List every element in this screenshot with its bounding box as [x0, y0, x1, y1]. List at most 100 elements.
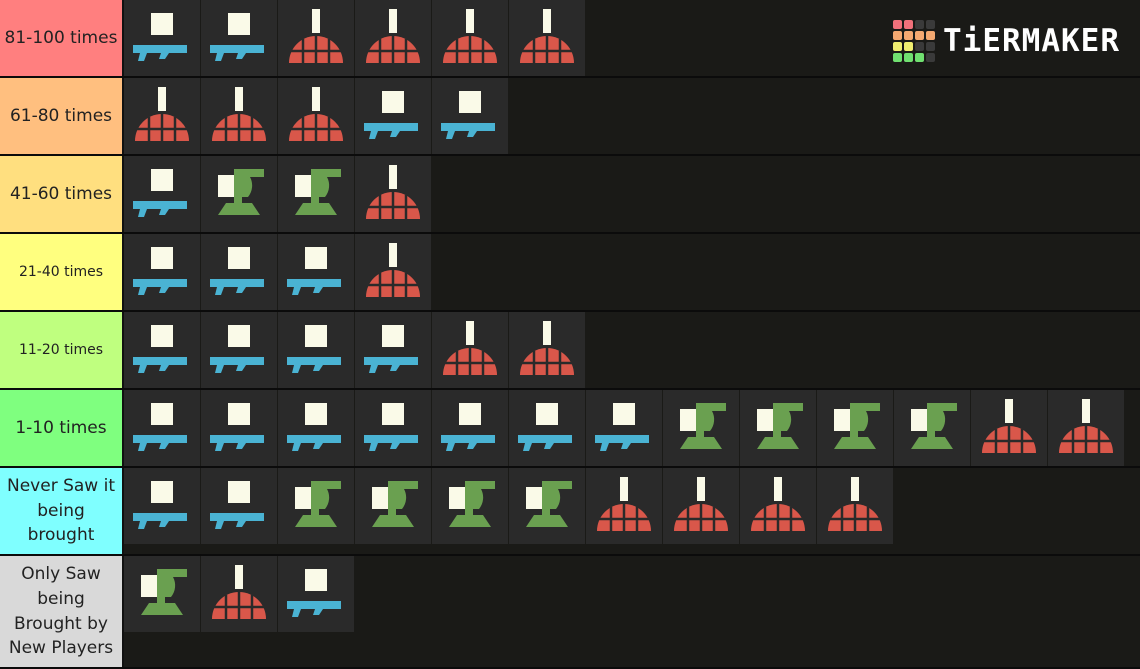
- stratagem-tile[interactable]: [278, 556, 354, 632]
- stratagem-tile[interactable]: [201, 156, 277, 232]
- flamethrower-icon: [435, 79, 505, 154]
- tier-label[interactable]: 1-10 times: [0, 390, 124, 466]
- stratagem-tile[interactable]: [509, 0, 585, 76]
- tesla-tower-icon: [743, 391, 813, 466]
- tier-label[interactable]: 11-20 times: [0, 312, 124, 388]
- tier-row: 11-20 times: [0, 312, 1140, 390]
- stratagem-tile[interactable]: [124, 0, 200, 76]
- stratagem-tile[interactable]: [124, 156, 200, 232]
- stratagem-tile[interactable]: [817, 468, 893, 544]
- stratagem-tile[interactable]: [201, 0, 277, 76]
- orbital-laser-icon: [512, 1, 582, 76]
- orbital-120mm-barrage-icon: [281, 79, 351, 154]
- logo-grid-cell: [926, 31, 936, 40]
- stratagem-tile[interactable]: [124, 78, 200, 154]
- stratagem-tile[interactable]: [355, 234, 431, 310]
- stratagem-tile[interactable]: [971, 390, 1047, 466]
- expendable-anti-tank-icon: [358, 313, 428, 388]
- logo-grid-cell: [915, 31, 925, 40]
- gatling-sentry-icon: [820, 391, 890, 466]
- stratagem-tile[interactable]: [201, 312, 277, 388]
- commando-icon: [127, 469, 197, 544]
- stratagem-tile[interactable]: [432, 312, 508, 388]
- tier-row: 21-40 times: [0, 234, 1140, 312]
- stratagem-tile[interactable]: [278, 312, 354, 388]
- stratagem-tile[interactable]: [432, 0, 508, 76]
- logo-grid-cell: [926, 53, 936, 62]
- stratagem-tile[interactable]: [278, 468, 354, 544]
- logo-grid-cell: [915, 53, 925, 62]
- logo-grid-cell: [915, 42, 925, 51]
- eagle-smoke-strike-icon: [1051, 391, 1121, 466]
- stratagem-tile[interactable]: [355, 390, 431, 466]
- logo-grid-cell: [904, 53, 914, 62]
- stratagem-tile[interactable]: [894, 390, 970, 466]
- anti-materiel-rifle-icon: [127, 157, 197, 232]
- orbital-airburst-strike-icon: [204, 557, 274, 632]
- eagle-strafing-run-icon: [435, 313, 505, 388]
- stratagem-tile[interactable]: [278, 234, 354, 310]
- tier-label[interactable]: 21-40 times: [0, 234, 124, 310]
- stratagem-tile[interactable]: [509, 312, 585, 388]
- tier-label[interactable]: 41-60 times: [0, 156, 124, 232]
- stratagem-tile[interactable]: [355, 156, 431, 232]
- stratagem-tile[interactable]: [355, 312, 431, 388]
- tier-label[interactable]: Only Saw being Brought by New Players: [0, 556, 124, 667]
- tier-label[interactable]: 81-100 times: [0, 0, 124, 76]
- eagle-airstrike-icon: [127, 79, 197, 154]
- stratagem-tile[interactable]: [201, 556, 277, 632]
- stratagem-tile[interactable]: [432, 78, 508, 154]
- stratagem-tile[interactable]: [586, 468, 662, 544]
- stratagem-tile[interactable]: [124, 234, 200, 310]
- rocket-sentry-icon: [281, 469, 351, 544]
- stratagem-tile[interactable]: [663, 468, 739, 544]
- stratagem-tile[interactable]: [432, 468, 508, 544]
- logo-grid-cell: [893, 20, 903, 29]
- machine-gun-sentry-icon: [127, 557, 197, 632]
- stratagem-tile[interactable]: [201, 234, 277, 310]
- stratagem-tile[interactable]: [278, 78, 354, 154]
- stratagem-tile[interactable]: [1048, 390, 1124, 466]
- ballistic-shield-backpack-icon: [204, 391, 274, 466]
- stratagem-tile[interactable]: [663, 390, 739, 466]
- tier-items: [124, 468, 1140, 554]
- stratagem-tile[interactable]: [201, 78, 277, 154]
- stratagem-tile[interactable]: [278, 390, 354, 466]
- stratagem-tile[interactable]: [586, 390, 662, 466]
- stratagem-tile[interactable]: [740, 390, 816, 466]
- stratagem-tile[interactable]: [509, 468, 585, 544]
- logo-grid-cell: [926, 20, 936, 29]
- logo-grid-cell: [893, 53, 903, 62]
- tier-row: 61-80 times: [0, 78, 1140, 156]
- stratagem-tile[interactable]: [740, 468, 816, 544]
- orbital-ems-strike-icon: [589, 469, 659, 544]
- tier-items: [124, 156, 1140, 232]
- stratagem-tile[interactable]: [124, 312, 200, 388]
- stratagem-tile[interactable]: [278, 156, 354, 232]
- stratagem-tile[interactable]: [201, 390, 277, 466]
- stratagem-tile[interactable]: [124, 390, 200, 466]
- stratagem-tile[interactable]: [201, 468, 277, 544]
- tier-label[interactable]: Never Saw it being brought: [0, 468, 124, 554]
- shield-backpack-icon: [127, 1, 197, 76]
- logo-grid-cell: [915, 20, 925, 29]
- logo-grid-cell: [904, 20, 914, 29]
- tier-items: [124, 312, 1140, 388]
- stratagem-tile[interactable]: [278, 0, 354, 76]
- stratagem-tile[interactable]: [355, 0, 431, 76]
- stratagem-tile[interactable]: [124, 468, 200, 544]
- orbital-gatling-barrage-icon: [974, 391, 1044, 466]
- tier-label[interactable]: 61-80 times: [0, 78, 124, 154]
- laser-cannon-icon: [512, 391, 582, 466]
- autocannon-icon: [204, 313, 274, 388]
- hmg-emplacement-icon: [512, 469, 582, 544]
- stratagem-tile[interactable]: [817, 390, 893, 466]
- stratagem-tile[interactable]: [509, 390, 585, 466]
- guard-dog-icon: [281, 391, 351, 466]
- tier-row: 41-60 times: [0, 156, 1140, 234]
- stratagem-tile[interactable]: [432, 390, 508, 466]
- stratagem-tile[interactable]: [355, 468, 431, 544]
- anti-personnel-minefield-icon: [358, 469, 428, 544]
- stratagem-tile[interactable]: [355, 78, 431, 154]
- stratagem-tile[interactable]: [124, 556, 200, 632]
